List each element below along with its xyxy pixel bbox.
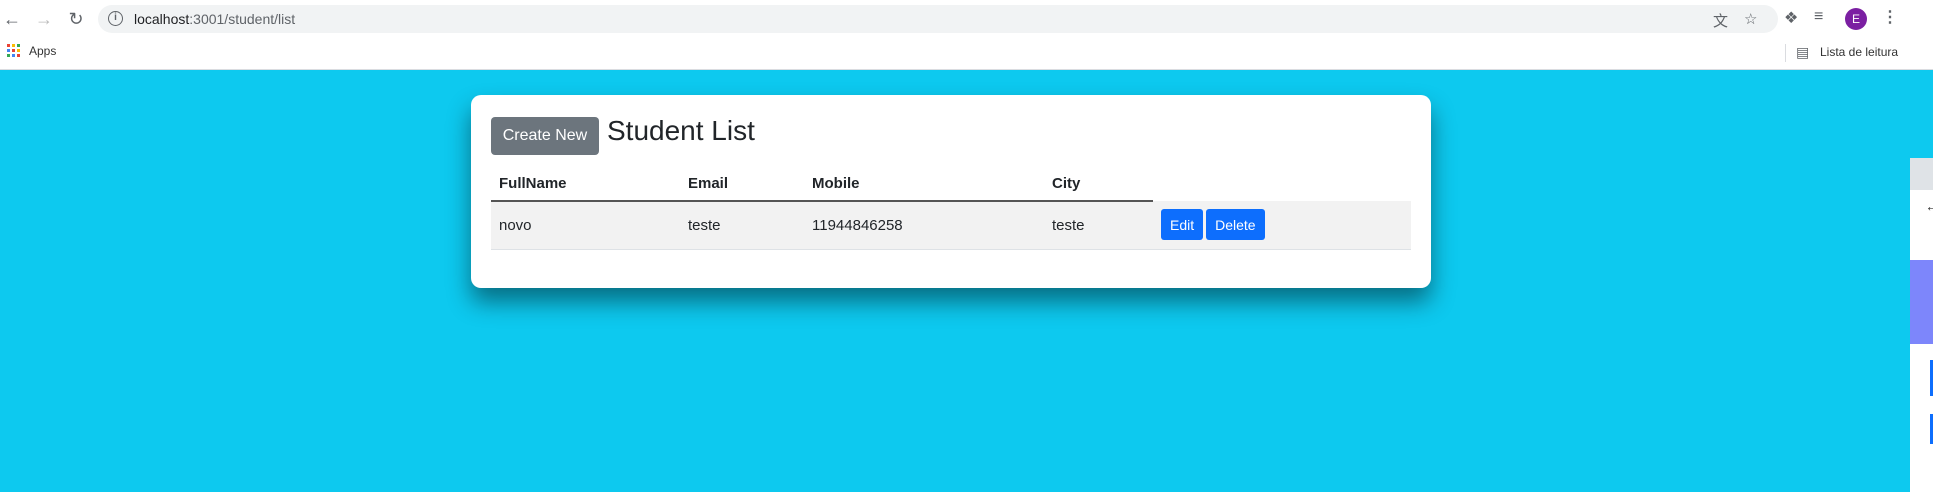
column-header-actions [1153, 167, 1411, 201]
student-list-card: Create New Student List FullName Email M… [471, 95, 1431, 288]
address-bar[interactable]: i localhost:3001/student/list 文 ☆ [98, 5, 1778, 33]
apps-grid-icon[interactable] [7, 44, 20, 57]
student-table: FullName Email Mobile City novo teste 11… [491, 167, 1411, 250]
column-header-fullname: FullName [491, 167, 680, 202]
url-text[interactable]: localhost:3001/student/list [134, 11, 295, 27]
more-menu-icon[interactable]: ⋮ [1882, 7, 1898, 27]
profile-avatar[interactable]: E [1845, 8, 1867, 30]
reading-list-link[interactable]: Lista de leitura [1820, 45, 1898, 59]
page-title: Student List [607, 115, 755, 146]
forward-icon[interactable]: → [32, 7, 56, 31]
media-queue-icon[interactable]: ≡ [1814, 8, 1823, 26]
url-host: localhost [134, 11, 190, 27]
bookmarks-bar: Apps ▤ Lista de leitura [0, 37, 1933, 70]
cell-mobile: 11944846258 [804, 201, 1044, 250]
apps-link[interactable]: Apps [29, 44, 56, 58]
back-icon[interactable]: ← [0, 7, 24, 31]
side-window-titlebar [1910, 158, 1933, 190]
table-header-row: FullName Email Mobile City [491, 167, 1411, 202]
browser-toolbar: ← → ↻ i localhost:3001/student/list 文 ☆ … [0, 0, 1933, 37]
reading-list-icon[interactable]: ▤ [1796, 44, 1809, 61]
translate-icon[interactable]: 文 [1713, 10, 1728, 31]
create-new-button[interactable]: Create New [491, 117, 599, 155]
column-header-mobile: Mobile [804, 167, 1044, 202]
column-header-email: Email [680, 167, 804, 202]
reload-icon[interactable]: ↻ [64, 7, 88, 31]
cell-email: teste [680, 201, 804, 250]
cell-city: teste [1044, 201, 1153, 250]
edit-button[interactable]: Edit [1161, 209, 1204, 241]
site-info-icon[interactable]: i [108, 11, 123, 26]
table-row: novo teste 11944846258 teste Edit Delete [491, 201, 1411, 250]
bookmarks-divider [1785, 44, 1786, 62]
bookmark-star-icon[interactable]: ☆ [1744, 10, 1757, 28]
side-window-banner [1910, 260, 1933, 344]
cell-fullname: novo [491, 201, 680, 250]
cell-actions: Edit Delete [1153, 201, 1411, 250]
column-header-city: City [1044, 167, 1153, 202]
partial-side-window: ← [1910, 158, 1933, 492]
delete-button[interactable]: Delete [1206, 209, 1265, 241]
extensions-icon[interactable]: ❖ [1784, 8, 1798, 28]
url-path: :3001/student/list [189, 11, 296, 27]
side-window-back-icon: ← [1925, 198, 1933, 214]
